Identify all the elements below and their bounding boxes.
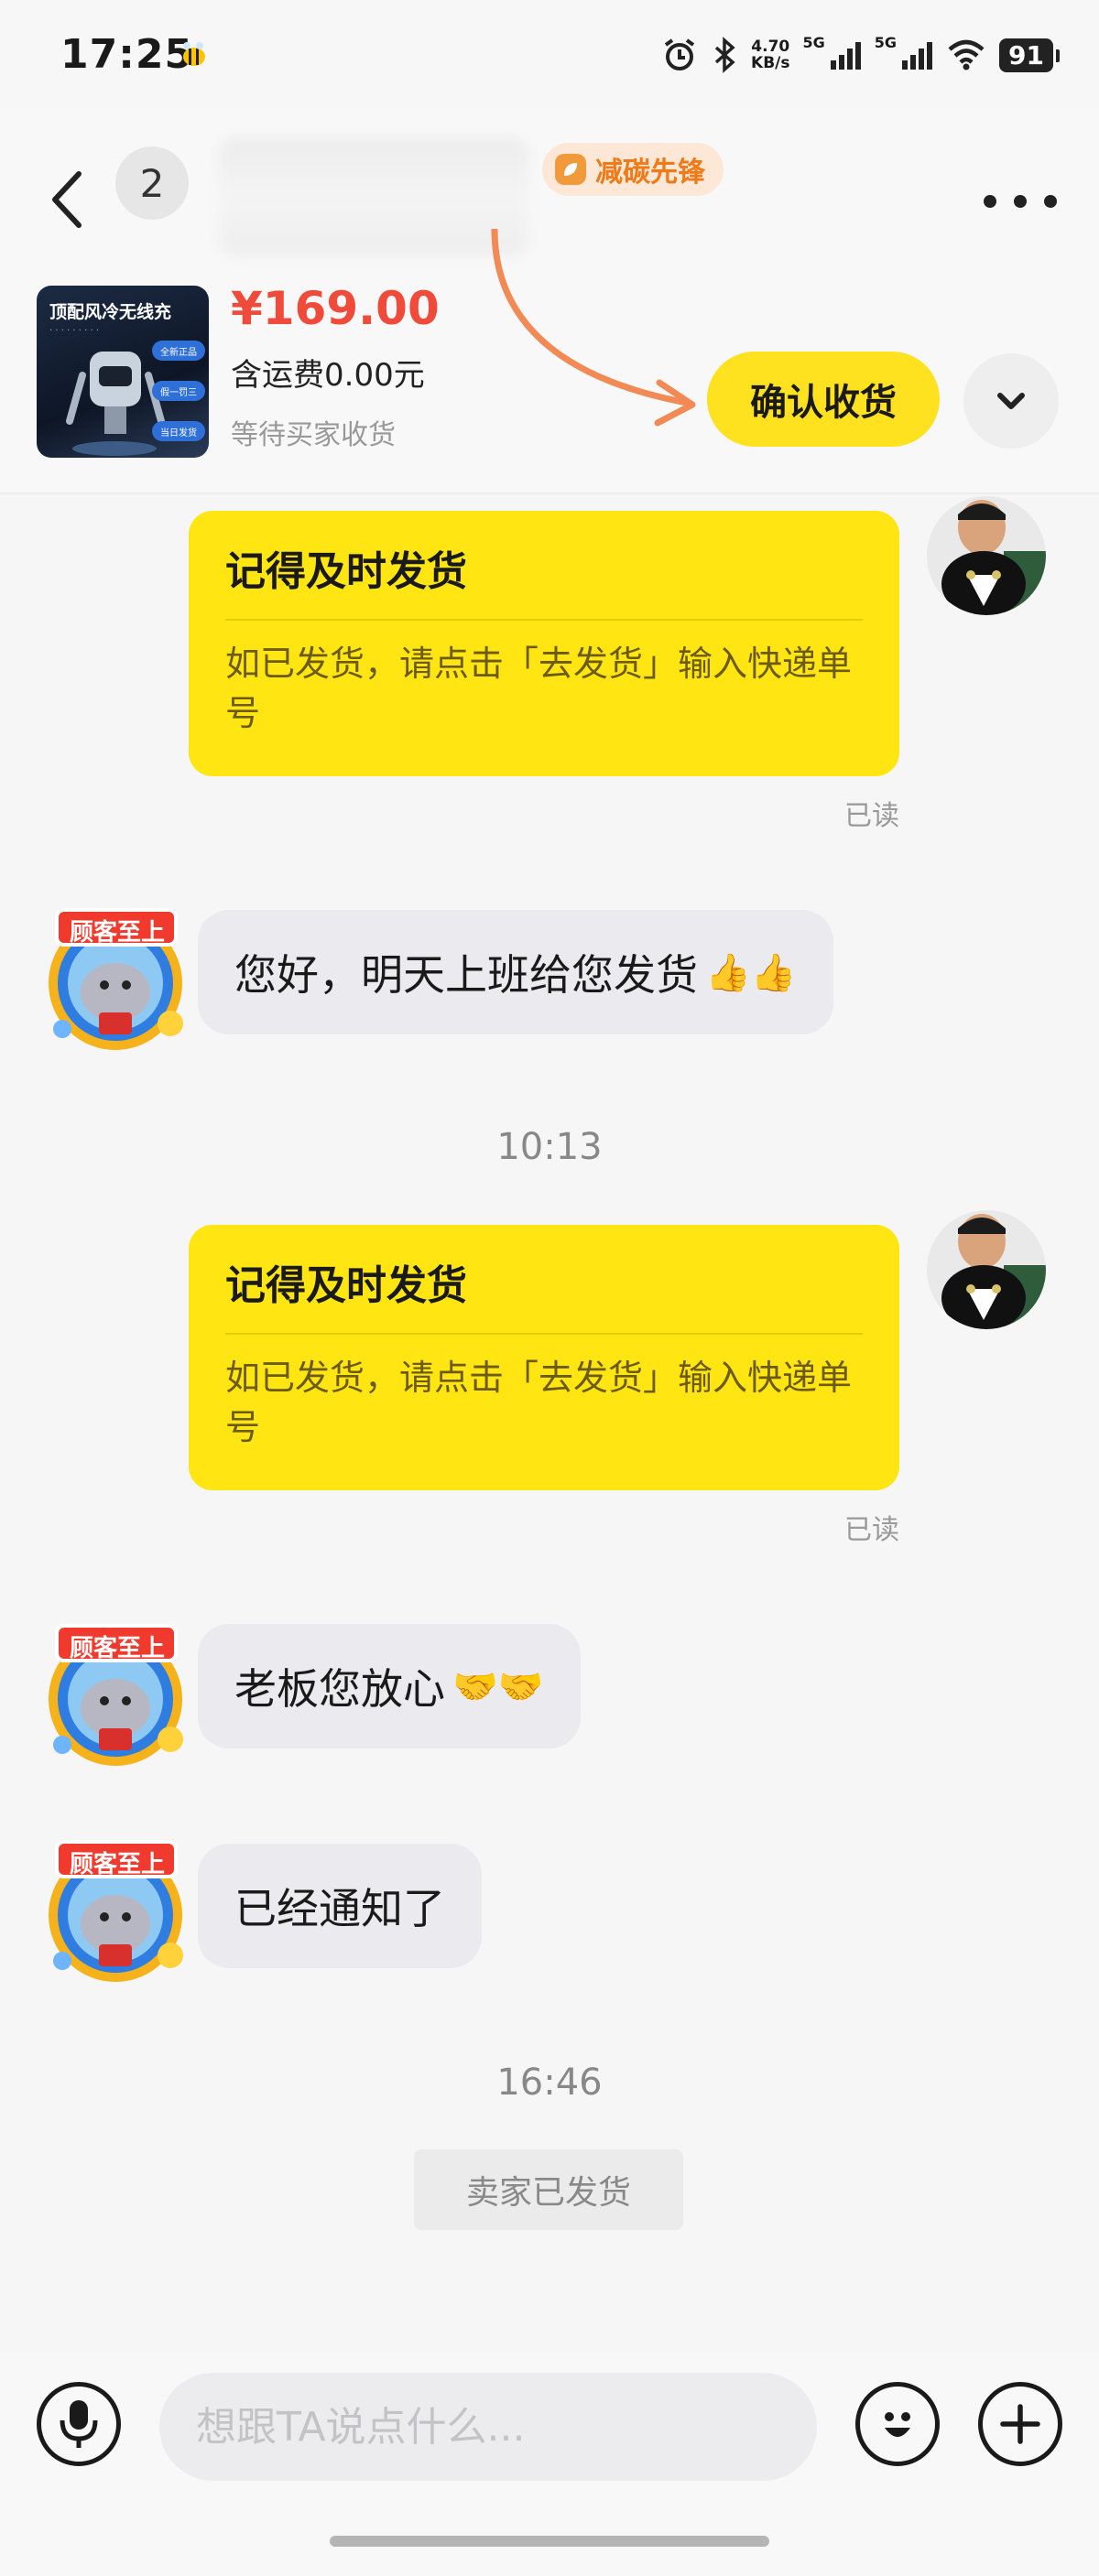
microphone-icon: [60, 2400, 98, 2448]
seller-message-bubble[interactable]: 老板您放心 🤝🤝: [198, 1624, 581, 1748]
time-divider: 10:13: [496, 1126, 603, 1168]
alarm-icon: [664, 38, 695, 70]
ship-reminder-card[interactable]: 记得及时发货 如已发货，请点击「去发货」输入快递单号: [189, 1225, 899, 1490]
wifi-icon: [948, 39, 985, 70]
unread-count-badge[interactable]: 2: [115, 146, 189, 220]
card-title: 记得及时发货: [225, 1262, 467, 1309]
user-avatar-image: [927, 496, 1046, 615]
status-bar: 17:25 4.70 KB/s 5G 5G 91: [0, 0, 1099, 110]
status-time: 17:25: [60, 31, 194, 78]
bluetooth-icon: [714, 37, 735, 73]
ship-reminder-card[interactable]: 记得及时发货 如已发货，请点击「去发货」输入快递单号: [189, 511, 899, 776]
read-status: 已读: [844, 1514, 899, 1546]
confirm-receipt-button[interactable]: 确认收货: [707, 352, 940, 447]
seller-message-bubble[interactable]: 已经通知了: [198, 1844, 482, 1968]
message-text: 老板您放心: [234, 1664, 445, 1714]
read-status: 已读: [844, 800, 899, 832]
product-price: ¥169.00: [231, 282, 440, 335]
signal-icon: [830, 42, 861, 70]
product-thumbnail[interactable]: 顶配风冷无线充 · · · · · · · · · 全新正品 假一罚三 当日发货: [37, 286, 209, 458]
handshake-emoji-icon: 🤝🤝: [452, 1665, 544, 1708]
leaf-icon: [555, 154, 586, 185]
bee-icon: [183, 42, 205, 66]
card-body: 如已发货，请点击「去发货」输入快递单号: [225, 644, 853, 733]
carbon-badge[interactable]: 减碳先锋: [542, 143, 724, 196]
seller-avatar-text: 顾客至上: [69, 919, 165, 947]
chat-messages[interactable]: 记得及时发货 如已发货，请点击「去发货」输入快递单号 已读 顾客至上 您好，明天…: [0, 494, 1099, 2353]
signal-icon: [902, 42, 933, 70]
card-title: 记得及时发货: [225, 548, 467, 595]
more-actions-button[interactable]: [978, 2382, 1062, 2466]
net-speed-value: 4.70: [751, 38, 790, 56]
avatar[interactable]: [927, 1210, 1046, 1329]
system-notice: 卖家已发货: [414, 2149, 683, 2230]
back-chevron-icon: [52, 171, 82, 228]
time-divider: 16:46: [496, 2062, 603, 2104]
emoji-button[interactable]: [855, 2382, 940, 2466]
battery-icon: 91: [999, 38, 1060, 72]
thumb-tag: 假一罚三: [152, 381, 205, 401]
chevron-down-icon: [997, 393, 1025, 409]
status-icons: 4.70 KB/s 5G 5G 91: [661, 27, 1060, 82]
seller-avatar-text: 顾客至上: [69, 1635, 165, 1662]
card-divider: [225, 1333, 863, 1335]
carbon-badge-label: 减碳先锋: [595, 157, 705, 189]
smiley-icon: [885, 2412, 910, 2437]
message-text: 您好，明天上班给您发货: [234, 950, 698, 1000]
avatar[interactable]: 顾客至上: [42, 1620, 194, 1767]
net-speed: 4.70 KB/s: [751, 38, 789, 71]
chat-header: 2 减碳先锋 顶配风冷无线充 · · · · · · · · · 全新正品 假一…: [0, 110, 1099, 494]
back-button[interactable]: [48, 154, 103, 245]
shipping-fee: 含运费0.00元: [231, 357, 425, 394]
seller-message-bubble[interactable]: 您好，明天上班给您发货 👍👍: [198, 910, 833, 1034]
guide-arrow-icon: [491, 228, 696, 427]
more-options-button[interactable]: [984, 174, 1057, 229]
signal-label-1: 5G: [802, 33, 825, 51]
message-text: 已经通知了: [234, 1884, 445, 1933]
net-speed-unit: KB/s: [751, 54, 790, 72]
product-image: [66, 352, 165, 456]
thumb-title: 顶配风冷无线充: [49, 302, 172, 322]
seller-avatar-text: 顾客至上: [69, 1851, 165, 1878]
message-input[interactable]: [159, 2373, 817, 2481]
avatar[interactable]: 顾客至上: [42, 1836, 194, 1983]
thumb-sub: · · · · · · · · ·: [49, 326, 100, 336]
user-avatar-image: [927, 1210, 1046, 1329]
avatar[interactable]: 顾客至上: [42, 904, 194, 1051]
home-indicator[interactable]: [330, 2536, 769, 2547]
expand-button[interactable]: [963, 353, 1059, 449]
more-dots-icon: [984, 195, 996, 208]
thumb-tag: 全新正品: [152, 341, 205, 361]
voice-button[interactable]: [37, 2382, 121, 2466]
thumbs-up-emoji-icon: 👍👍: [705, 951, 797, 994]
card-body: 如已发货，请点击「去发货」输入快递单号: [225, 1358, 853, 1447]
thumb-tag: 当日发货: [152, 421, 205, 441]
avatar[interactable]: [927, 496, 1046, 615]
order-status: 等待买家收货: [231, 419, 396, 451]
signal-label-2: 5G: [874, 33, 898, 51]
plus-icon: [1000, 2404, 1040, 2444]
card-divider: [225, 619, 863, 621]
